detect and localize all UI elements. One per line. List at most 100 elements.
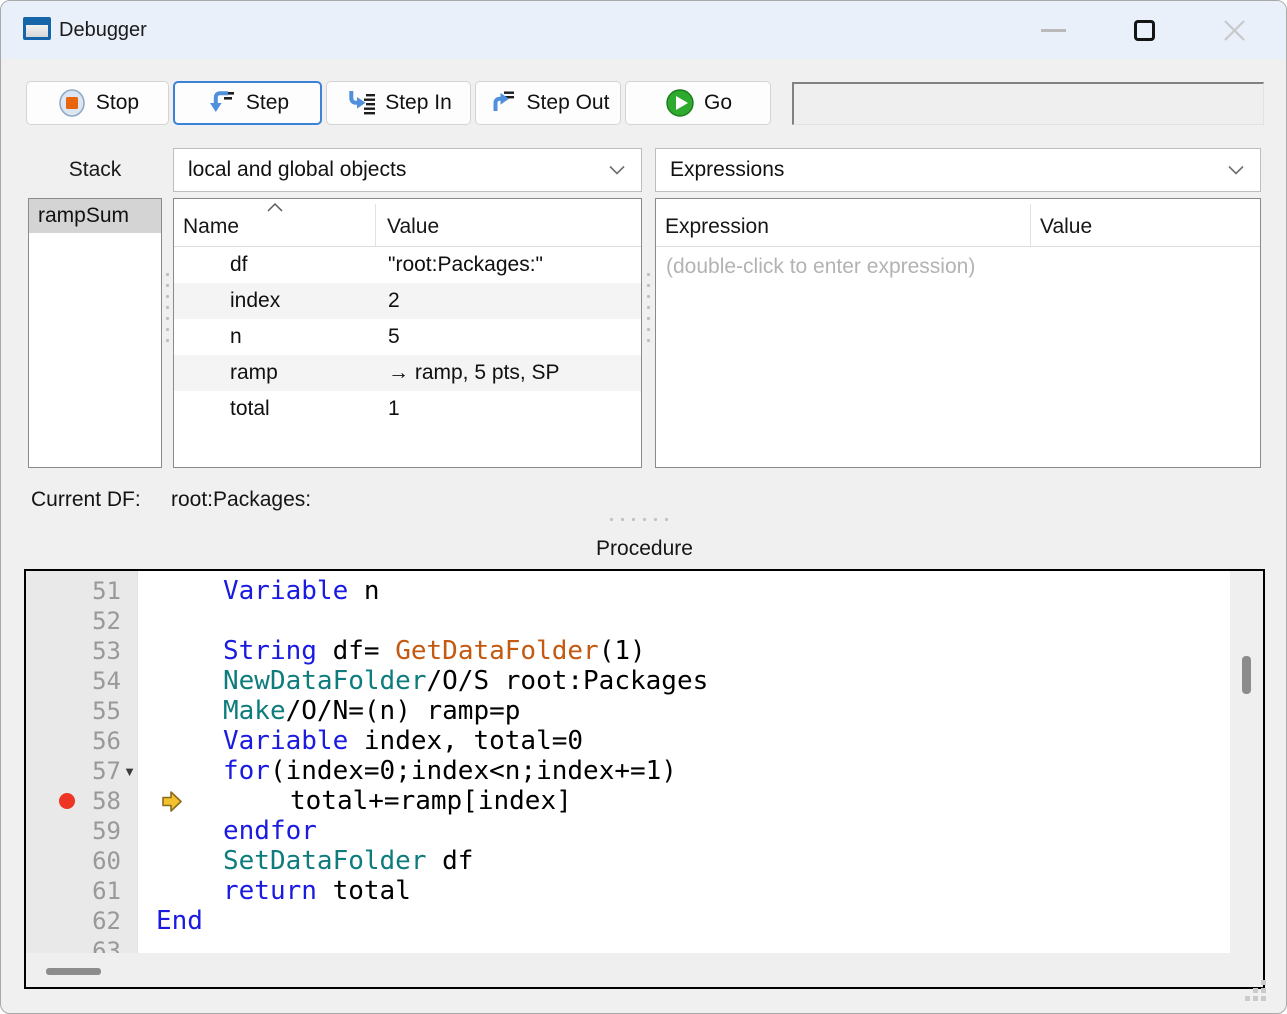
- line-gutter[interactable]: 52: [26, 607, 138, 635]
- stack-frame-item[interactable]: rampSum: [29, 199, 161, 233]
- code-line[interactable]: 58 total+=ramp[index]: [26, 786, 1226, 816]
- objects-table: Name Value df"root:Packages:"index2n5ram…: [173, 198, 642, 468]
- resize-grip-icon[interactable]: [1245, 980, 1267, 1002]
- line-number: 52: [92, 607, 121, 635]
- step-in-button[interactable]: Step In: [326, 81, 471, 125]
- code-line[interactable]: 55Make/O/N=(n) ramp=p: [26, 696, 1226, 726]
- close-button[interactable]: [1201, 1, 1267, 59]
- objects-table-row[interactable]: index2: [174, 283, 641, 319]
- code-line[interactable]: 57▼for(index=0;index<n;index+=1): [26, 756, 1226, 786]
- objects-table-row[interactable]: total1: [174, 391, 641, 427]
- maximize-icon: [1134, 20, 1155, 41]
- object-name: ramp: [174, 361, 375, 385]
- line-number: 57: [92, 757, 121, 785]
- current-df-value: root:Packages:: [171, 488, 311, 512]
- window-title: Debugger: [59, 1, 147, 59]
- code-line[interactable]: 56Variable index, total=0: [26, 726, 1226, 756]
- object-name: total: [174, 397, 375, 421]
- line-gutter[interactable]: 63: [26, 937, 138, 953]
- expressions-dropdown-value: Expressions: [670, 158, 784, 182]
- debugger-window: Debugger Stop Step: [0, 0, 1287, 1014]
- objects-scope-value: local and global objects: [188, 158, 406, 182]
- code-line[interactable]: 63: [26, 936, 1226, 953]
- expr-col-value[interactable]: Value: [1040, 215, 1092, 239]
- stop-button[interactable]: Stop: [26, 81, 169, 125]
- line-number: 55: [92, 697, 121, 725]
- horizontal-scrollbar-thumb[interactable]: [46, 968, 101, 975]
- expression-placeholder[interactable]: (double-click to enter expression): [656, 247, 1260, 287]
- objects-table-header[interactable]: Name Value: [174, 199, 641, 247]
- minimize-icon: [1041, 29, 1066, 32]
- stack-label: Stack: [28, 148, 162, 192]
- code-line[interactable]: 53String df= GetDataFolder(1): [26, 636, 1226, 666]
- line-gutter[interactable]: 57▼: [26, 757, 138, 785]
- splitter-handle-horizontal[interactable]: [606, 516, 674, 523]
- breakpoint-icon[interactable]: [59, 793, 75, 809]
- objects-col-value[interactable]: Value: [387, 215, 439, 239]
- vertical-scrollbar[interactable]: [1230, 571, 1263, 953]
- line-gutter[interactable]: 54: [26, 667, 138, 695]
- chevron-down-icon: [607, 164, 627, 176]
- line-number: 59: [92, 817, 121, 845]
- line-number: 60: [92, 847, 121, 875]
- object-value: 1: [375, 397, 641, 421]
- go-button[interactable]: Go: [625, 81, 771, 125]
- step-button[interactable]: Step: [173, 81, 322, 125]
- objects-table-row[interactable]: ramp→ ramp, 5 pts, SP: [174, 355, 641, 391]
- splitter-handle-vertical[interactable]: [164, 269, 171, 345]
- title-bar[interactable]: Debugger: [1, 1, 1286, 59]
- code-line[interactable]: 51Variable n: [26, 576, 1226, 606]
- line-number: 63: [92, 937, 121, 953]
- line-gutter[interactable]: 56: [26, 727, 138, 755]
- sort-ascending-icon: [266, 202, 284, 213]
- column-divider[interactable]: [375, 204, 376, 246]
- step-out-button[interactable]: Step Out: [475, 81, 621, 125]
- code-text: SetDataFolder df: [138, 846, 473, 876]
- line-number: 51: [92, 577, 121, 605]
- object-value: 2: [375, 289, 641, 313]
- code-line[interactable]: 54NewDataFolder/O/S root:Packages: [26, 666, 1226, 696]
- objects-scope-dropdown[interactable]: local and global objects: [173, 148, 642, 192]
- step-button-label: Step: [246, 91, 289, 115]
- object-value: "root:Packages:": [375, 253, 641, 277]
- code-line[interactable]: 59endfor: [26, 816, 1226, 846]
- vertical-scrollbar-thumb[interactable]: [1242, 656, 1251, 694]
- splitter-handle-vertical[interactable]: [645, 269, 652, 345]
- code-lines: 51Variable n5253String df= GetDataFolder…: [26, 576, 1226, 953]
- object-name: index: [174, 289, 375, 313]
- code-line[interactable]: 61 return total: [26, 876, 1226, 906]
- window-icon: [23, 17, 51, 40]
- objects-table-row[interactable]: n5: [174, 319, 641, 355]
- line-gutter[interactable]: 62: [26, 907, 138, 935]
- line-gutter[interactable]: 51: [26, 577, 138, 605]
- step-out-button-label: Step Out: [527, 91, 610, 115]
- code-text: End: [138, 906, 203, 936]
- line-gutter[interactable]: 58: [26, 787, 138, 815]
- horizontal-scrollbar[interactable]: [26, 953, 1263, 987]
- procedure-code-panel[interactable]: 51Variable n5253String df= GetDataFolder…: [24, 569, 1265, 989]
- expressions-dropdown[interactable]: Expressions: [655, 148, 1261, 192]
- code-line[interactable]: 60 SetDataFolder df: [26, 846, 1226, 876]
- line-number: 61: [92, 877, 121, 905]
- objects-col-name[interactable]: Name: [183, 215, 239, 239]
- column-divider[interactable]: [1030, 204, 1031, 246]
- stack-list[interactable]: rampSum: [28, 198, 162, 468]
- line-number: 53: [92, 637, 121, 665]
- line-gutter[interactable]: 53: [26, 637, 138, 665]
- expr-col-expression[interactable]: Expression: [665, 215, 769, 239]
- code-text: total+=ramp[index]: [138, 786, 572, 816]
- fold-collapse-icon[interactable]: ▼: [121, 764, 138, 779]
- close-icon: [1221, 17, 1248, 44]
- line-gutter[interactable]: 61: [26, 877, 138, 905]
- code-line[interactable]: 62End: [26, 906, 1226, 936]
- code-line[interactable]: 52: [26, 606, 1226, 636]
- minimize-button[interactable]: [1020, 1, 1086, 59]
- objects-table-row[interactable]: df"root:Packages:": [174, 247, 641, 283]
- procedure-title: Procedure: [1, 537, 1287, 561]
- maximize-button[interactable]: [1111, 1, 1177, 59]
- expressions-table-header[interactable]: Expression Value: [656, 199, 1260, 247]
- line-gutter[interactable]: 59: [26, 817, 138, 845]
- line-gutter[interactable]: 60: [26, 847, 138, 875]
- line-gutter[interactable]: 55: [26, 697, 138, 725]
- code-text: return total: [138, 876, 411, 906]
